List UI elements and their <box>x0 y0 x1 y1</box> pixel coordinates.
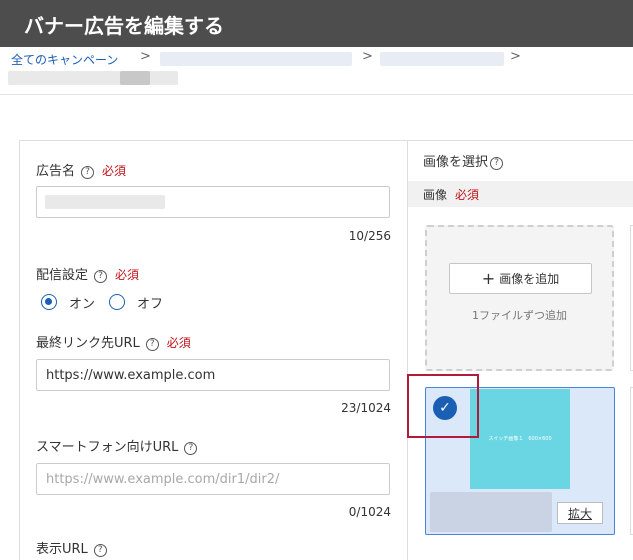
help-circle-icon[interactable]: ? <box>94 270 108 283</box>
breadcrumb: 全てのキャンペーン > > > <box>0 47 633 95</box>
delivery-off-radio[interactable] <box>109 294 125 310</box>
image-select-title-text: 画像を選択 <box>423 155 489 170</box>
final-url-input[interactable] <box>36 359 390 391</box>
add-image-button-label: 画像を追加 <box>499 272 560 286</box>
final-url-label-text: 最終リンク先URL <box>36 336 140 351</box>
ad-name-label: 広告名? 必須 <box>36 160 126 179</box>
thumbnail-caption: スイッチ画像１ 600×600 <box>488 436 552 442</box>
image-select-title: 画像を選択? <box>423 151 504 170</box>
chevron-right-icon: > <box>362 49 373 64</box>
final-url-label: 最終リンク先URL? 必須 <box>36 332 191 351</box>
plus-icon: + <box>481 269 496 288</box>
help-circle-icon[interactable]: ? <box>184 442 198 455</box>
breadcrumb-current-redacted <box>8 71 178 85</box>
ad-name-counter: 10/256 <box>348 229 391 243</box>
chevron-right-icon: > <box>140 49 151 64</box>
image-subheader: 画像 必須 <box>408 181 633 207</box>
delivery-on-radio[interactable] <box>41 294 57 310</box>
required-badge: 必須 <box>102 164 127 178</box>
delivery-label: 配信設定? 必須 <box>36 264 139 283</box>
ad-name-input[interactable] <box>36 186 390 218</box>
ad-form-card: 広告名? 必須 10/256 配信設定? 必須 オン オフ 最終リンク先URL? 必須… <box>19 140 407 560</box>
required-badge: 必須 <box>166 336 191 350</box>
smartphone-url-input[interactable] <box>36 463 390 495</box>
display-url-label-text: 表示URL <box>36 542 88 557</box>
add-image-note: 1ファイルずつ追加 <box>472 309 567 322</box>
help-circle-icon[interactable]: ? <box>81 166 95 179</box>
breadcrumb-campaign-redacted[interactable] <box>160 52 352 66</box>
smartphone-url-label: スマートフォン向けURL? <box>36 436 198 455</box>
breadcrumb-all-campaigns[interactable]: 全てのキャンペーン <box>11 51 118 68</box>
required-badge: 必須 <box>115 268 140 282</box>
smartphone-url-label-text: スマートフォン向けURL <box>36 440 179 455</box>
add-image-button[interactable]: + 画像を追加 <box>449 263 592 294</box>
image-filename-redacted <box>430 492 552 532</box>
breadcrumb-current-redacted-part <box>120 71 150 85</box>
chevron-right-icon: > <box>510 49 521 64</box>
display-url-label: 表示URL? <box>36 538 107 557</box>
annotation-highlight-box <box>407 374 479 438</box>
image-label: 画像 必須 <box>423 186 479 203</box>
delivery-label-text: 配信設定 <box>36 268 89 283</box>
image-select-panel: 画像を選択? 画像 必須 + 画像を追加 1ファイルずつ追加 スイッチ画像１ 600… <box>407 140 633 560</box>
ad-name-label-text: 広告名 <box>36 164 76 179</box>
zoom-button[interactable]: 拡大 <box>557 502 603 524</box>
image-dropzone[interactable]: + 画像を追加 1ファイルずつ追加 <box>425 225 614 371</box>
required-badge: 必須 <box>455 188 480 202</box>
breadcrumb-adgroup-redacted[interactable] <box>380 52 504 66</box>
ad-name-value-redacted <box>45 195 165 209</box>
delivery-on-label[interactable]: オン <box>69 293 95 312</box>
smartphone-url-counter: 0/1024 <box>348 505 391 519</box>
help-circle-icon[interactable]: ? <box>145 338 159 351</box>
image-label-text: 画像 <box>423 188 448 202</box>
thumbnail-image[interactable]: スイッチ画像１ 600×600 <box>470 389 570 489</box>
help-circle-icon[interactable]: ? <box>490 157 504 170</box>
final-url-counter: 23/1024 <box>341 401 391 415</box>
delivery-off-label[interactable]: オフ <box>137 293 163 312</box>
page-title: バナー広告を編集する <box>0 0 633 47</box>
